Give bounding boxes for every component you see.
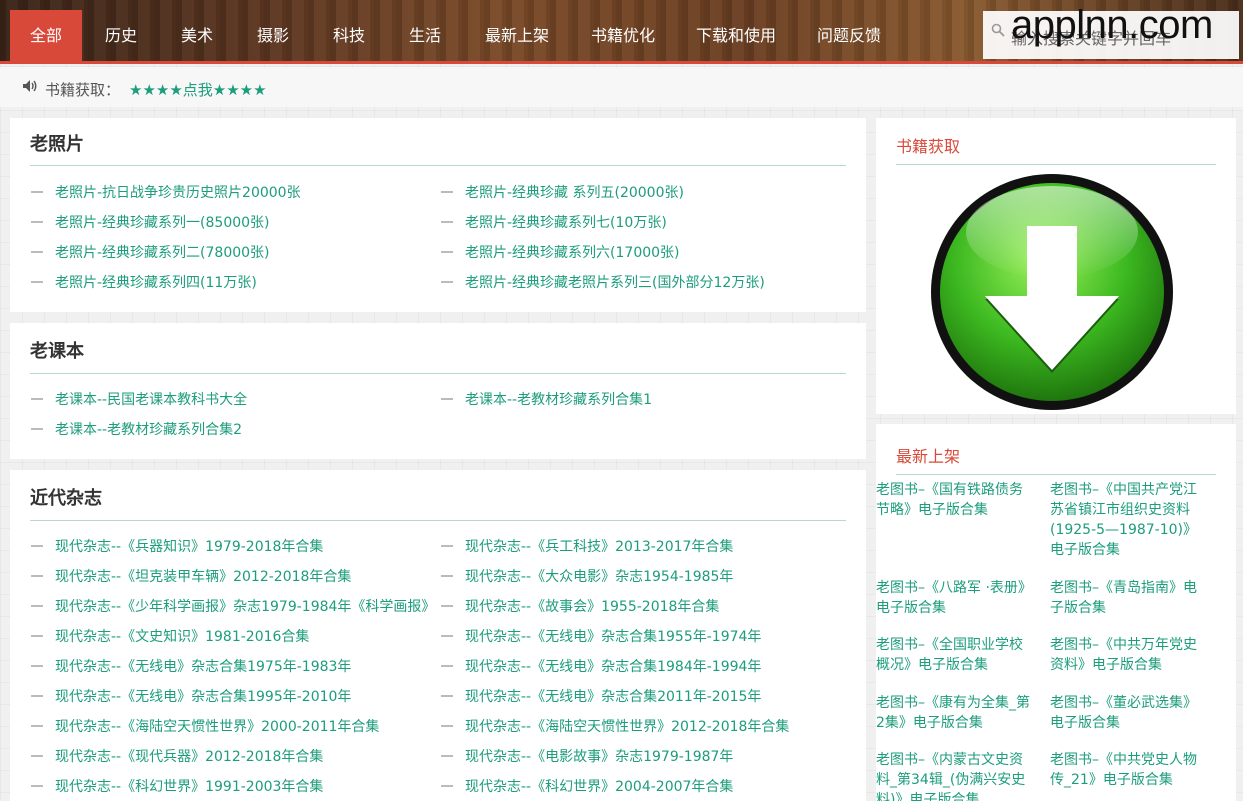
new-arrival-item[interactable]: 老图书–《中国共产党江苏省镇江市组织史资料(1925-5—1987-10)》电子… [1050, 480, 1208, 560]
nav-item-art[interactable]: 美术 [164, 10, 230, 61]
section-title: 老照片 [30, 134, 84, 155]
sidebar-title: 最新上架 [896, 447, 961, 466]
nav-item-history[interactable]: 历史 [88, 10, 154, 61]
list-item[interactable]: 老课本--老教材珍藏系列合集1 [441, 389, 652, 409]
new-arrival-item[interactable]: 老图书–《内蒙古文史资料_第34辑_(伪满兴安史料)》电子版合集 [876, 750, 1034, 801]
list-item[interactable]: 老照片-抗日战争珍贵历史照片20000张 [31, 182, 301, 202]
list-item[interactable]: 现代杂志--《海陆空天惯性世界》2000-2011年合集 [31, 716, 379, 736]
list-item[interactable]: 现代杂志--《大众电影》杂志1954-1985年 [441, 566, 733, 586]
nav-item-download[interactable]: 下载和使用 [684, 10, 788, 61]
list-item[interactable]: 老课本--民国老课本教科书大全 [31, 389, 247, 409]
list-item[interactable]: 现代杂志--《兵工科技》2013-2017年合集 [441, 536, 733, 556]
divider [896, 474, 1216, 475]
list-item[interactable]: 现代杂志--《科幻世界》2004-2007年合集 [441, 776, 733, 796]
new-arrival-item[interactable]: 老图书–《国有铁路债务节略》电子版合集 [876, 480, 1034, 520]
divider [30, 520, 846, 521]
new-arrival-item[interactable]: 老图书–《康有为全集_第2集》电子版合集 [876, 693, 1034, 733]
list-item[interactable]: 老照片-经典珍藏系列六(17000张) [441, 242, 680, 262]
list-item[interactable]: 现代杂志--《无线电》杂志合集1955年-1974年 [441, 626, 761, 646]
list-item[interactable]: 现代杂志--《科幻世界》1991-2003年合集 [31, 776, 323, 796]
section-title: 老课本 [30, 341, 84, 362]
download-icon[interactable] [928, 172, 1176, 412]
nav-item-life[interactable]: 生活 [392, 10, 458, 61]
nav-item-optimize[interactable]: 书籍优化 [578, 10, 668, 61]
notice-label: 书籍获取： [45, 81, 121, 99]
new-arrival-item[interactable]: 老图书–《八路军 ·表册》电子版合集 [876, 578, 1034, 618]
sidebar-title: 书籍获取 [896, 137, 961, 156]
list-item[interactable]: 现代杂志--《兵器知识》1979-2018年合集 [31, 536, 323, 556]
divider [896, 164, 1216, 165]
new-arrival-item[interactable]: 老图书–《青岛指南》电子版合集 [1050, 578, 1208, 618]
list-item[interactable]: 老照片-经典珍藏系列七(10万张) [441, 212, 667, 232]
list-item[interactable]: 现代杂志--《少年科学画报》杂志1979-1984年《科学画报》 [31, 596, 435, 616]
new-arrival-item[interactable]: 老图书–《中共党史人物传_21》电子版合集 [1050, 750, 1208, 790]
new-arrival-item[interactable]: 老图书–《全国职业学校概况》电子版合集 [876, 635, 1034, 675]
list-item[interactable]: 老照片-经典珍藏 系列五(20000张) [441, 182, 684, 202]
list-item[interactable]: 老照片-经典珍藏系列四(11万张) [31, 272, 257, 292]
nav-item-photography[interactable]: 摄影 [240, 10, 306, 61]
section-modern-magazines: 近代杂志 现代杂志--《兵器知识》1979-2018年合集 现代杂志--《坦克装… [10, 470, 866, 801]
nav-item-all[interactable]: 全部 [10, 10, 82, 61]
list-item[interactable]: 老照片-经典珍藏系列一(85000张) [31, 212, 270, 232]
sidebar-book-access: 书籍获取 [876, 118, 1236, 414]
sidebar-new-arrivals: 最新上架 老图书–《国有铁路债务节略》电子版合集 老图书–《中国共产党江苏省镇江… [876, 424, 1236, 801]
list-item[interactable]: 老课本--老教材珍藏系列合集2 [31, 419, 242, 439]
divider [30, 373, 846, 374]
nav-item-tech[interactable]: 科技 [316, 10, 382, 61]
section-title: 近代杂志 [30, 488, 102, 509]
list-item[interactable]: 老照片-经典珍藏系列二(78000张) [31, 242, 270, 262]
new-arrival-item[interactable]: 老图书–《中共万年党史资料》电子版合集 [1050, 635, 1208, 675]
list-item[interactable]: 现代杂志--《故事会》1955-2018年合集 [441, 596, 719, 616]
divider [30, 165, 846, 166]
section-old-photos: 老照片 老照片-抗日战争珍贵历史照片20000张 老照片-经典珍藏系列一(850… [10, 118, 866, 312]
site-watermark: applnn.com [1011, 3, 1213, 47]
top-navigation: 全部 历史 美术 摄影 科技 生活 最新上架 书籍优化 下载和使用 问题反馈 输… [0, 0, 1243, 64]
list-item[interactable]: 现代杂志--《无线电》杂志合集2011年-2015年 [441, 686, 761, 706]
notice-link[interactable]: ★★★★点我★★★★ [129, 79, 267, 100]
notice-bar: 书籍获取： ★★★★点我★★★★ [0, 67, 1243, 107]
list-item[interactable]: 现代杂志--《海陆空天惯性世界》2012-2018年合集 [441, 716, 789, 736]
nav-item-feedback[interactable]: 问题反馈 [804, 10, 894, 61]
list-item[interactable]: 现代杂志--《无线电》杂志合集1995年-2010年 [31, 686, 351, 706]
nav-item-new[interactable]: 最新上架 [472, 10, 562, 61]
list-item[interactable]: 现代杂志--《现代兵器》2012-2018年合集 [31, 746, 323, 766]
new-arrival-item[interactable]: 老图书–《董必武选集》电子版合集 [1050, 693, 1208, 733]
search-icon [991, 23, 1005, 37]
list-item[interactable]: 现代杂志--《无线电》杂志合集1975年-1983年 [31, 656, 351, 676]
list-item[interactable]: 现代杂志--《电影故事》杂志1979-1987年 [441, 746, 733, 766]
list-item[interactable]: 老照片-经典珍藏老照片系列三(国外部分12万张) [441, 272, 765, 292]
speaker-icon [23, 80, 37, 92]
list-item[interactable]: 现代杂志--《无线电》杂志合集1984年-1994年 [441, 656, 761, 676]
section-old-textbooks: 老课本 老课本--民国老课本教科书大全 老课本--老教材珍藏系列合集2 老课本-… [10, 323, 866, 459]
list-item[interactable]: 现代杂志--《坦克装甲车辆》2012-2018年合集 [31, 566, 351, 586]
list-item[interactable]: 现代杂志--《文史知识》1981-2016合集 [31, 626, 309, 646]
